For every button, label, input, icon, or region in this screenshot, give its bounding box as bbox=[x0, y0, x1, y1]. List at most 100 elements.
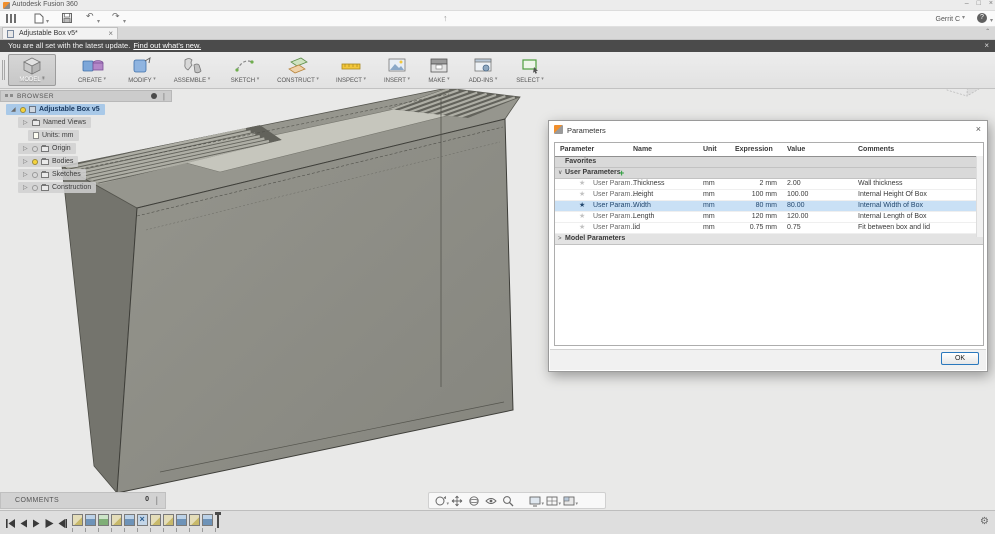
timeline-skip-start-button[interactable] bbox=[5, 516, 16, 528]
browser-dot-icon[interactable] bbox=[151, 93, 157, 99]
expand-icon[interactable]: ◢ bbox=[11, 106, 17, 113]
workspace-selector-model[interactable]: MODEL ▾ bbox=[8, 54, 56, 86]
parameter-expression[interactable]: 2 mm bbox=[735, 179, 778, 189]
panel-resize-handle[interactable]: | bbox=[163, 92, 165, 101]
ribbon-inspect[interactable]: INSPECT ▾ bbox=[328, 54, 374, 86]
tab-close-icon[interactable]: × bbox=[108, 29, 113, 38]
parameter-comments[interactable]: Internal Height Of Box bbox=[858, 190, 927, 200]
timeline-feature-icon[interactable] bbox=[85, 514, 96, 526]
visibility-bulb-icon[interactable] bbox=[32, 184, 38, 191]
parameter-comments[interactable]: Internal Length of Box bbox=[858, 212, 927, 222]
parameter-comments[interactable]: Wall thickness bbox=[858, 179, 902, 189]
help-icon[interactable]: ? bbox=[977, 13, 987, 23]
visibility-bulb-icon[interactable] bbox=[32, 145, 38, 152]
timeline-feature-icon[interactable] bbox=[72, 514, 83, 526]
favorite-star-icon[interactable]: ★ bbox=[579, 190, 585, 200]
undo-icon[interactable]: ↶ bbox=[86, 11, 94, 21]
favorite-star-icon[interactable]: ★ bbox=[579, 223, 585, 233]
timeline-play-button[interactable] bbox=[44, 516, 55, 528]
browser-root-item[interactable]: ◢ Adjustable Box v5 bbox=[0, 104, 200, 117]
viewports-icon[interactable]: ▾ bbox=[563, 495, 578, 507]
parameter-comments[interactable]: Internal Width of Box bbox=[858, 201, 923, 211]
browser-item-bodies[interactable]: ▷ Bodies bbox=[0, 156, 200, 169]
maximize-button[interactable]: □ bbox=[977, 0, 981, 7]
user-parameters-group-row[interactable]: ∨ User Parameters + bbox=[555, 168, 983, 179]
timeline-feature-icon[interactable] bbox=[111, 514, 122, 526]
timeline-feature-icon[interactable] bbox=[137, 514, 148, 526]
expand-arrow-icon[interactable]: > bbox=[558, 234, 562, 244]
parameter-name[interactable]: Height bbox=[633, 190, 653, 200]
timeline-skip-end-button[interactable] bbox=[57, 516, 68, 528]
help-caret[interactable]: ▾ bbox=[990, 17, 993, 24]
redo-caret[interactable]: ▾ bbox=[123, 17, 126, 27]
parameter-row[interactable]: ★ User Param... Thickness mm 2 mm 2.00 W… bbox=[555, 179, 983, 190]
parameter-expression[interactable]: 100 mm bbox=[735, 190, 777, 200]
add-parameter-icon[interactable]: + bbox=[619, 168, 624, 178]
comments-resize-handle[interactable]: | bbox=[156, 495, 158, 505]
save-icon[interactable] bbox=[62, 13, 72, 25]
parameter-row[interactable]: ★ User Param... Length mm 120 mm 120.00 … bbox=[555, 212, 983, 223]
ribbon-select[interactable]: SELECT ▾ bbox=[508, 54, 552, 86]
expand-icon[interactable]: ▷ bbox=[23, 184, 29, 191]
ok-button[interactable]: OK bbox=[941, 352, 979, 365]
parameter-row[interactable]: ★ User Param... Width mm 80 mm 80.00 Int… bbox=[555, 201, 983, 212]
user-menu[interactable]: Gerrit C ▾ bbox=[936, 14, 965, 23]
ribbon-create[interactable]: CREATE ▾ bbox=[66, 54, 118, 86]
pan-icon[interactable] bbox=[451, 495, 464, 507]
parameter-name[interactable]: Width bbox=[633, 201, 651, 211]
document-tab[interactable]: Adjustable Box v5* × bbox=[2, 27, 118, 39]
timeline-position-marker[interactable] bbox=[215, 512, 221, 528]
timeline-feature-icon[interactable] bbox=[202, 514, 213, 526]
timeline-feature-icon[interactable] bbox=[189, 514, 200, 526]
browser-item-units[interactable]: Units: mm bbox=[0, 130, 200, 143]
zoom-icon[interactable] bbox=[502, 495, 515, 507]
expand-icon[interactable]: ▷ bbox=[23, 119, 29, 126]
parameter-comments[interactable]: Fit between box and lid bbox=[858, 223, 930, 233]
minimize-button[interactable]: – bbox=[965, 0, 969, 7]
toolbar-grip-handle[interactable] bbox=[2, 60, 5, 80]
redo-icon[interactable]: ↷ bbox=[112, 11, 120, 21]
collapse-arrow-icon[interactable]: ∨ bbox=[558, 168, 562, 178]
ribbon-assemble[interactable]: ASSEMBLE ▾ bbox=[166, 54, 218, 86]
parameter-expression[interactable]: 0.75 mm bbox=[735, 223, 777, 233]
expand-icon[interactable]: ▷ bbox=[23, 145, 29, 152]
parameter-name[interactable]: Thickness bbox=[633, 179, 665, 189]
constrained-orbit-icon[interactable] bbox=[468, 495, 481, 507]
look-at-icon[interactable] bbox=[485, 495, 498, 507]
notification-close-icon[interactable]: × bbox=[984, 40, 989, 52]
upload-status-icon[interactable]: ↑ bbox=[443, 13, 448, 23]
browser-item-named-views[interactable]: ▷ Named Views bbox=[0, 117, 200, 130]
comments-bar[interactable]: COMMENTS 0 | bbox=[0, 492, 166, 509]
ribbon-make[interactable]: MAKE ▾ bbox=[420, 54, 458, 86]
browser-panel-header[interactable]: BROWSER | bbox=[0, 90, 172, 102]
browser-item-origin[interactable]: ▷ Origin bbox=[0, 143, 200, 156]
display-settings-icon[interactable]: ▾ bbox=[529, 495, 544, 507]
dialog-close-icon[interactable]: × bbox=[976, 124, 981, 134]
data-panel-icon[interactable] bbox=[6, 14, 16, 23]
file-menu-icon[interactable] bbox=[34, 13, 44, 26]
parameter-row[interactable]: ★ User Param... lid mm 0.75 mm 0.75 Fit … bbox=[555, 223, 983, 234]
visibility-bulb-icon[interactable] bbox=[20, 106, 26, 113]
undo-caret[interactable]: ▾ bbox=[97, 17, 100, 27]
orbit-icon[interactable]: ▾ bbox=[434, 495, 449, 507]
close-window-button[interactable]: × bbox=[989, 0, 993, 7]
grid-display-icon[interactable]: ▾ bbox=[546, 495, 561, 507]
parameter-row[interactable]: ★ User Param... Height mm 100 mm 100.00 … bbox=[555, 190, 983, 201]
timeline-step-back-button[interactable] bbox=[18, 516, 29, 528]
ribbon-add-ins[interactable]: ADD-INS ▾ bbox=[460, 54, 506, 86]
favorites-group-row[interactable]: Favorites bbox=[555, 157, 983, 168]
timeline-feature-icon[interactable] bbox=[124, 514, 135, 526]
timeline-feature-icon[interactable] bbox=[163, 514, 174, 526]
timeline-feature-icon[interactable] bbox=[98, 514, 109, 526]
timeline-feature-icon[interactable] bbox=[150, 514, 161, 526]
collapse-chevron-icon[interactable]: ˆ bbox=[986, 28, 989, 37]
visibility-bulb-icon[interactable] bbox=[32, 158, 38, 165]
favorite-star-icon[interactable]: ★ bbox=[579, 179, 585, 189]
browser-item-sketches[interactable]: ▷ Sketches bbox=[0, 169, 200, 182]
ribbon-insert[interactable]: INSERT ▾ bbox=[376, 54, 418, 86]
favorite-star-icon[interactable]: ★ bbox=[579, 201, 585, 211]
parameter-name[interactable]: lid bbox=[633, 223, 640, 233]
whats-new-link[interactable]: Find out what's new. bbox=[133, 41, 201, 50]
timeline-step-forward-button[interactable] bbox=[31, 516, 42, 528]
expand-icon[interactable]: ▷ bbox=[23, 158, 29, 165]
